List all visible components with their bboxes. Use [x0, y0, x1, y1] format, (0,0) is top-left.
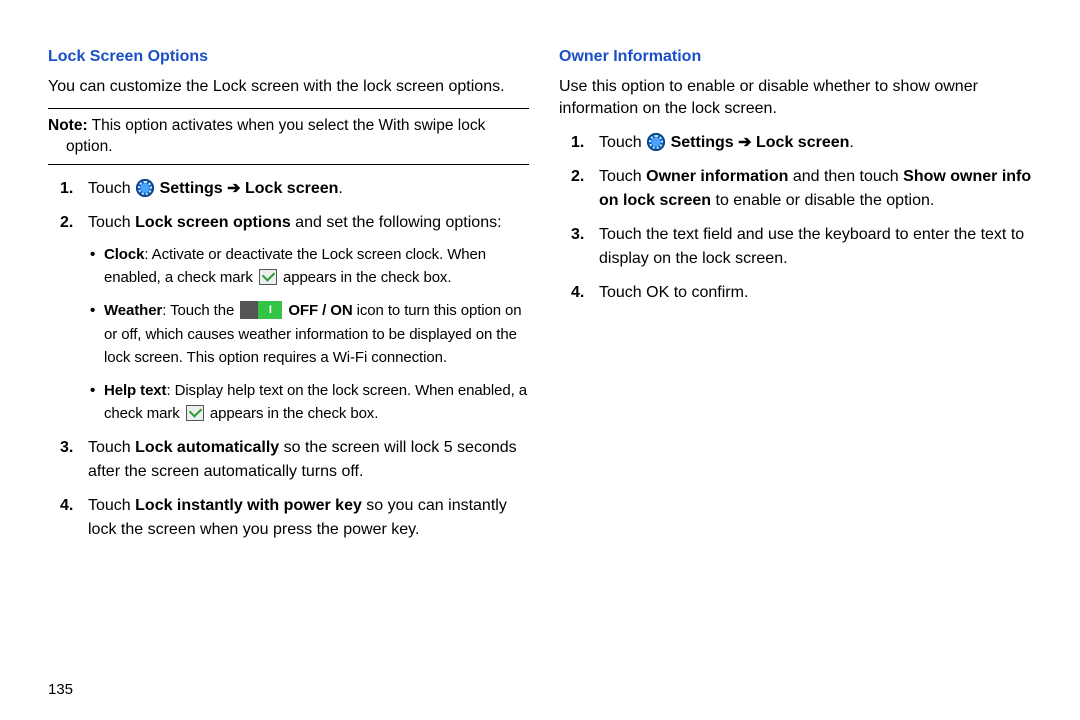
text: Touch: [599, 134, 646, 151]
arrow-icon: ➔: [223, 180, 245, 197]
note-block: Note: This option activates when you sel…: [48, 115, 529, 158]
intro-right: Use this option to enable or disable whe…: [559, 76, 1040, 119]
note-text: This option activates when you select th…: [66, 117, 485, 156]
step-1-right: Touch Settings ➔ Lock screen.: [559, 131, 1040, 155]
intro-left: You can customize the Lock screen with t…: [48, 76, 529, 98]
substeps: Clock: Activate or deactivate the Lock s…: [88, 243, 529, 426]
step-4-left: Touch Lock instantly with power key so y…: [48, 494, 529, 542]
text-bold: Owner information: [646, 168, 788, 185]
label: Help text: [104, 382, 166, 399]
text: Touch the text field and use the keyboar…: [599, 226, 1024, 267]
text-bold: Lock instantly with power key: [135, 497, 362, 514]
text: Touch: [88, 180, 135, 197]
step-2-right: Touch Owner information and then touch S…: [559, 165, 1040, 213]
step-3-left: Touch Lock automatically so the screen w…: [48, 436, 529, 484]
text-settings: Settings: [155, 180, 223, 197]
offon-label: OFF / ON: [284, 302, 352, 319]
period: .: [338, 180, 342, 197]
arrow-icon: ➔: [734, 134, 756, 151]
checkmark-icon: [259, 269, 277, 285]
text: appears in the check box.: [279, 269, 452, 286]
left-column: Lock Screen Options You can customize th…: [48, 42, 529, 552]
text-bold: Lock screen options: [135, 214, 291, 231]
text: and then touch: [788, 168, 903, 185]
text: appears in the check box.: [206, 405, 379, 422]
toggle-icon: I: [240, 301, 282, 319]
note-label: Note:: [48, 117, 88, 134]
text: Touch: [599, 168, 646, 185]
period: .: [849, 134, 853, 151]
label: Clock: [104, 246, 144, 263]
step-4-right: Touch OK to confirm.: [559, 281, 1040, 305]
text: to enable or disable the option.: [711, 192, 934, 209]
text-settings: Settings: [666, 134, 734, 151]
settings-icon: [647, 133, 665, 151]
divider-bottom: [48, 164, 529, 165]
text: Touch: [88, 497, 135, 514]
page-container: Lock Screen Options You can customize th…: [0, 0, 1080, 552]
checkmark-icon: [186, 405, 204, 421]
bullet-clock: Clock: Activate or deactivate the Lock s…: [88, 243, 529, 290]
bullet-weather: Weather: Touch the I OFF / ON icon to tu…: [88, 299, 529, 369]
text-lockscreen: Lock screen: [245, 180, 338, 197]
bullet-helptext: Help text: Display help text on the lock…: [88, 379, 529, 426]
settings-icon: [136, 179, 154, 197]
heading-lock-screen-options: Lock Screen Options: [48, 48, 529, 66]
step-1-left: Touch Settings ➔ Lock screen.: [48, 177, 529, 201]
page-number: 135: [48, 681, 73, 698]
text: Touch: [88, 439, 135, 456]
step-3-right: Touch the text field and use the keyboar…: [559, 223, 1040, 271]
steps-right: Touch Settings ➔ Lock screen. Touch Owne…: [559, 131, 1040, 305]
text: Touch: [88, 214, 135, 231]
steps-left: Touch Settings ➔ Lock screen. Touch Lock…: [48, 177, 529, 542]
text: and set the following options:: [291, 214, 502, 231]
step-2-left: Touch Lock screen options and set the fo…: [48, 211, 529, 426]
text: : Touch the: [162, 302, 238, 319]
divider-top: [48, 108, 529, 109]
text-bold: Lock automatically: [135, 439, 279, 456]
text-lockscreen: Lock screen: [756, 134, 849, 151]
heading-owner-information: Owner Information: [559, 48, 1040, 66]
right-column: Owner Information Use this option to ena…: [559, 42, 1040, 552]
label: Weather: [104, 302, 162, 319]
text: Touch OK to confirm.: [599, 284, 748, 301]
